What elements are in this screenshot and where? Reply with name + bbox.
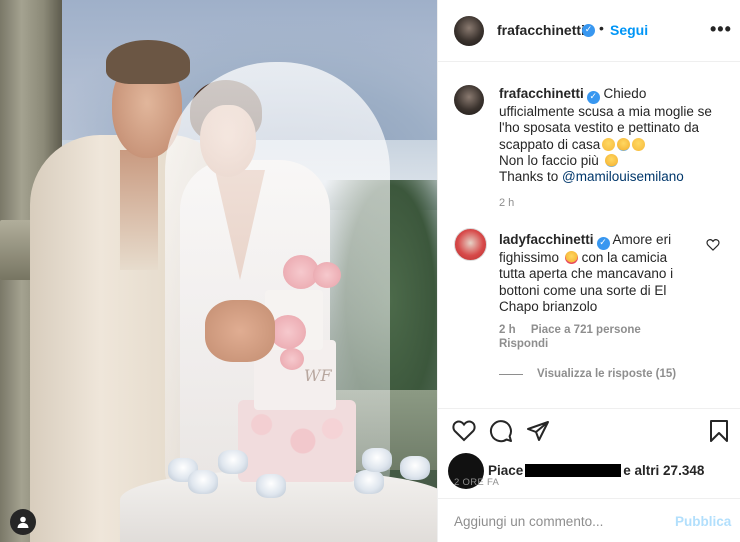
caption-line: Non lo faccio più bbox=[499, 152, 599, 168]
cutting-hands bbox=[205, 300, 275, 362]
commenter-username[interactable]: ladyfacchinetti bbox=[499, 232, 594, 247]
follow-button[interactable]: Segui bbox=[610, 22, 648, 38]
post-side-panel: frafacchinetti ✓ • Segui ••• frafacchine… bbox=[437, 0, 740, 542]
crying-emoji-icon bbox=[604, 153, 618, 167]
post-header: frafacchinetti ✓ • Segui ••• bbox=[438, 0, 740, 62]
author-avatar[interactable] bbox=[454, 16, 484, 46]
cake-bottom-tier bbox=[238, 400, 356, 482]
caption-line: Thanks to bbox=[499, 169, 559, 185]
caption-text: frafacchinetti ✓ Chiedo ufficialmente scu… bbox=[499, 86, 725, 185]
user-tag-button[interactable] bbox=[10, 509, 36, 535]
replies-divider bbox=[499, 373, 523, 375]
caption-line: ufficialmente scusa a mia moglie se bbox=[499, 104, 712, 119]
comment-line: fighissimo bbox=[499, 250, 560, 265]
caption-avatar[interactable] bbox=[454, 85, 484, 115]
caption-line: l'ho sposata vestito e pettinato da bbox=[499, 120, 699, 136]
verified-badge-icon: ✓ bbox=[582, 24, 595, 37]
publish-button[interactable]: Pubblica bbox=[675, 514, 731, 529]
view-replies-label: Visualizza le risposte (15) bbox=[537, 368, 677, 380]
author-username[interactable]: frafacchinetti bbox=[497, 22, 585, 38]
comment-timestamp[interactable]: 2 h bbox=[499, 324, 516, 336]
post-actions: Piace e altri 27.348 2 ORE FA bbox=[438, 408, 740, 498]
grinning-sweat-emoji-icon bbox=[602, 137, 616, 151]
candle-holder bbox=[256, 474, 286, 498]
comment-line: con la camicia bbox=[581, 250, 668, 265]
caption-username[interactable]: frafacchinetti bbox=[499, 86, 584, 101]
post-photo[interactable]: WF bbox=[0, 0, 437, 542]
heart-icon[interactable] bbox=[452, 419, 476, 443]
candle-holder bbox=[362, 448, 392, 472]
comment-line: Amore eri bbox=[612, 232, 672, 247]
caption-line: scappato di casa bbox=[499, 136, 601, 152]
candle-holder bbox=[188, 470, 218, 494]
groom-shirt bbox=[120, 150, 158, 270]
header-separator: • bbox=[599, 20, 604, 36]
grinning-sweat-emoji-icon bbox=[632, 137, 646, 151]
caption-mention-link[interactable]: @mamilouisemilano bbox=[562, 169, 684, 184]
verified-badge-icon: ✓ bbox=[586, 91, 600, 104]
comment-meta: 2 h Piace a 721 persone bbox=[499, 324, 653, 336]
reply-button[interactable]: Rispondi bbox=[499, 338, 548, 350]
candle-holder bbox=[400, 456, 430, 480]
caption-line: Chiedo bbox=[603, 86, 647, 101]
redacted-liker-name bbox=[525, 463, 622, 477]
commenter-avatar[interactable] bbox=[454, 228, 487, 261]
share-icon[interactable] bbox=[526, 419, 550, 443]
crying-emoji-icon bbox=[617, 137, 631, 151]
candle-holder bbox=[354, 470, 384, 494]
cake-rose bbox=[313, 262, 341, 288]
cake-rose bbox=[270, 315, 306, 349]
comment-line: Chapo brianzolo bbox=[499, 298, 598, 314]
verified-badge-icon: ✓ bbox=[596, 237, 610, 250]
cake-monogram: WF bbox=[304, 366, 332, 385]
cake-rose bbox=[280, 348, 304, 370]
add-comment-bar: Pubblica bbox=[438, 498, 740, 542]
comments-list[interactable]: frafacchinetti ✓ Chiedo ufficialmente scu… bbox=[438, 62, 740, 407]
comment-line: bottoni come una sorte di El bbox=[499, 282, 667, 298]
post-timestamp[interactable]: 2 ORE FA bbox=[454, 477, 499, 488]
comment-text: ladyfacchinetti ✓ Amore eri fighissimo co… bbox=[499, 232, 699, 315]
view-replies-button[interactable]: Visualizza le risposte (15) bbox=[499, 368, 676, 380]
likes-count[interactable]: e altri 27.348 bbox=[623, 463, 704, 478]
comment-icon[interactable] bbox=[489, 419, 513, 443]
caption-timestamp[interactable]: 2 h bbox=[499, 197, 514, 209]
bookmark-icon[interactable] bbox=[707, 419, 731, 443]
comment-line: tutta aperta che mancavano i bbox=[499, 266, 674, 282]
comment-like-heart-icon[interactable] bbox=[706, 238, 720, 251]
user-tag-icon bbox=[17, 516, 29, 528]
likes-prefix: Piace bbox=[488, 462, 524, 478]
comment-input[interactable] bbox=[454, 511, 654, 531]
more-options-icon[interactable]: ••• bbox=[710, 19, 732, 40]
heart-eyes-emoji-icon bbox=[564, 251, 578, 264]
groom-hair bbox=[106, 40, 190, 84]
comment-likes-count[interactable]: Piace a 721 persone bbox=[531, 324, 641, 336]
candle-holder bbox=[218, 450, 248, 474]
